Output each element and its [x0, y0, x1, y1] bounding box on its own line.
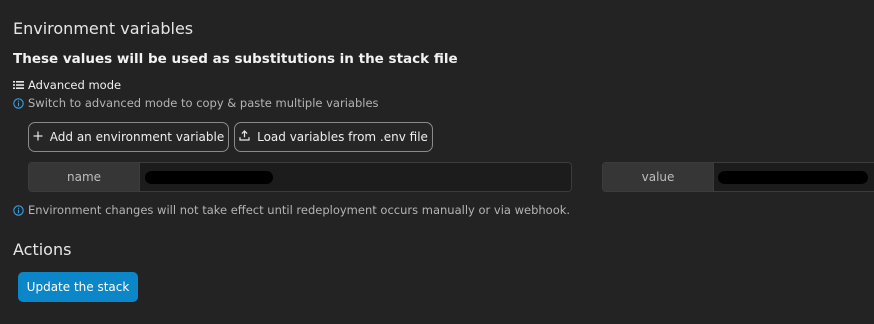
actions-title: Actions	[13, 240, 72, 259]
advanced-mode-label: Advanced mode	[28, 78, 122, 92]
plus-icon	[33, 130, 43, 144]
redeployment-hint: Environment changes will not take effect…	[13, 203, 570, 217]
variable-value-label: value	[603, 163, 714, 191]
advanced-mode-toggle[interactable]: Advanced mode	[13, 78, 121, 92]
load-env-file-button[interactable]: Load variables from .env file	[234, 122, 433, 152]
variable-value-group: value	[602, 162, 874, 192]
variable-name-group: name	[28, 162, 572, 192]
variable-name-input[interactable]	[140, 163, 571, 191]
load-env-file-label: Load variables from .env file	[257, 130, 428, 144]
add-environment-variable-label: Add an environment variable	[49, 130, 225, 144]
upload-icon	[239, 130, 250, 144]
update-stack-button[interactable]: Update the stack	[18, 272, 138, 302]
advanced-mode-hint-text: Switch to advanced mode to copy & paste …	[28, 96, 379, 110]
redacted-value	[718, 171, 868, 184]
variable-name-label: name	[29, 163, 140, 191]
stack-editor-page: Environment variables These values will …	[0, 0, 874, 324]
list-icon	[13, 80, 24, 90]
environment-subtitle: These values will be used as substitutio…	[13, 51, 458, 67]
info-icon	[13, 204, 24, 216]
add-environment-variable-button[interactable]: Add an environment variable	[28, 122, 229, 152]
info-icon	[13, 97, 24, 109]
redacted-name-value	[145, 171, 273, 184]
environment-variables-title: Environment variables	[13, 19, 194, 38]
variable-value-input[interactable]	[714, 163, 874, 191]
redeployment-hint-text: Environment changes will not take effect…	[28, 203, 571, 217]
advanced-mode-hint: Switch to advanced mode to copy & paste …	[13, 96, 379, 110]
